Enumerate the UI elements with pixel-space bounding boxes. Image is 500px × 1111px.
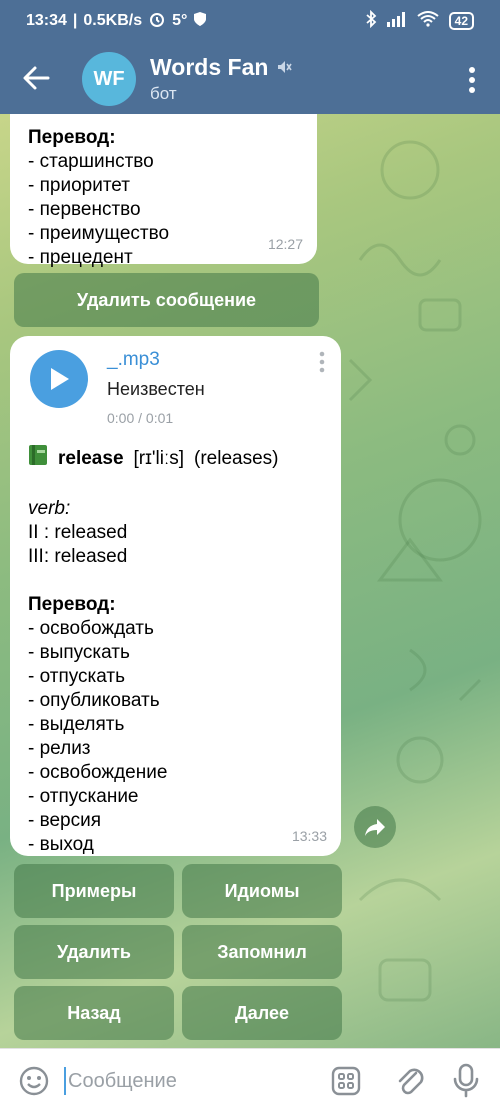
part-of-speech: verb: — [28, 498, 71, 519]
status-separator: | — [72, 12, 78, 29]
emoji-icon[interactable] — [18, 1065, 50, 1097]
translation-line: - прецедент — [28, 247, 133, 268]
delete-message-button[interactable]: Удалить сообщение — [14, 273, 319, 327]
attach-icon[interactable] — [394, 1063, 426, 1099]
translation-line: - опубликовать — [28, 690, 160, 711]
idioms-button[interactable]: Идиомы — [182, 864, 342, 918]
status-temperature: 5° — [172, 12, 188, 29]
translation-heading: Перевод: — [28, 127, 116, 148]
more-vert-icon[interactable] — [317, 350, 327, 374]
chat-title-row[interactable]: Words Fan — [150, 54, 293, 81]
status-bar: 13:34 | 0.5KB/s 5° 42 — [0, 0, 500, 42]
examples-button[interactable]: Примеры — [14, 864, 174, 918]
translation-line: - версия — [28, 810, 102, 831]
more-vert-icon[interactable] — [464, 66, 480, 94]
chat-title: Words Fan — [150, 54, 269, 80]
message-bubble[interactable]: Перевод: - старшинство - приоритет - пер… — [10, 114, 317, 268]
translation-line: - выпускать — [28, 642, 130, 663]
word: release — [58, 447, 124, 469]
chat-subtitle: бот — [150, 84, 177, 103]
translation-line: - преимущество — [28, 223, 170, 244]
translation-line: - выделять — [28, 714, 125, 735]
plural-form: (releases) — [194, 447, 279, 469]
verb-form: III: released — [28, 546, 128, 567]
status-time: 13:34 — [26, 12, 67, 29]
translation-line: - приоритет — [28, 175, 130, 196]
status-net-speed: 0.5KB/s — [83, 12, 143, 29]
avatar[interactable]: WF — [82, 52, 136, 106]
translation-line: - выход — [28, 834, 94, 855]
muted-icon — [276, 54, 293, 81]
battery-indicator: 42 — [448, 12, 474, 30]
translation-line: - освобождение — [28, 762, 168, 783]
delete-button[interactable]: Удалить — [14, 925, 174, 979]
signal-icon — [386, 11, 407, 32]
message-bubble[interactable]: _.mp3 Неизвестен 0:00 / 0:01 release [rɪ… — [10, 336, 341, 856]
back-arrow-icon[interactable] — [20, 62, 52, 94]
message-input[interactable] — [64, 1067, 304, 1095]
bot-commands-icon[interactable] — [330, 1065, 362, 1097]
translation-line: - отпускать — [28, 666, 126, 687]
bluetooth-icon — [365, 9, 377, 33]
translation-line: - отпускание — [28, 786, 139, 807]
book-icon — [28, 444, 48, 473]
message-time: 13:33 — [291, 828, 327, 844]
audio-duration: 0:00 / 0:01 — [107, 410, 174, 426]
transcription: [rɪ'liːs] — [133, 447, 185, 469]
shield-icon — [193, 11, 207, 32]
wifi-icon — [417, 10, 439, 32]
microphone-icon[interactable] — [452, 1063, 480, 1099]
translation-line: - старшинство — [28, 151, 154, 172]
message-time: 12:27 — [267, 236, 303, 252]
next-button[interactable]: Далее — [182, 986, 342, 1040]
translation-heading: Перевод: — [28, 594, 116, 615]
audio-file-name[interactable]: _.mp3 — [107, 348, 160, 372]
message-input-bar — [0, 1048, 500, 1111]
verb-form: II : released — [28, 522, 128, 543]
translation-line: - релиз — [28, 738, 91, 759]
remembered-button[interactable]: Запомнил — [182, 925, 342, 979]
translation-line: - освобождать — [28, 618, 154, 639]
audio-attachment: _.mp3 Неизвестен 0:00 / 0:01 — [28, 348, 325, 434]
forward-button[interactable] — [354, 806, 396, 848]
chat-header: WF Words Fan бот — [0, 42, 500, 114]
play-icon[interactable] — [30, 350, 88, 408]
audio-artist: Неизвестен — [107, 379, 205, 399]
back-button[interactable]: Назад — [14, 986, 174, 1040]
alarm-icon — [148, 10, 166, 33]
word-header: release [rɪ'liːs] (releases) — [28, 444, 323, 473]
translation-line: - первенство — [28, 199, 141, 220]
